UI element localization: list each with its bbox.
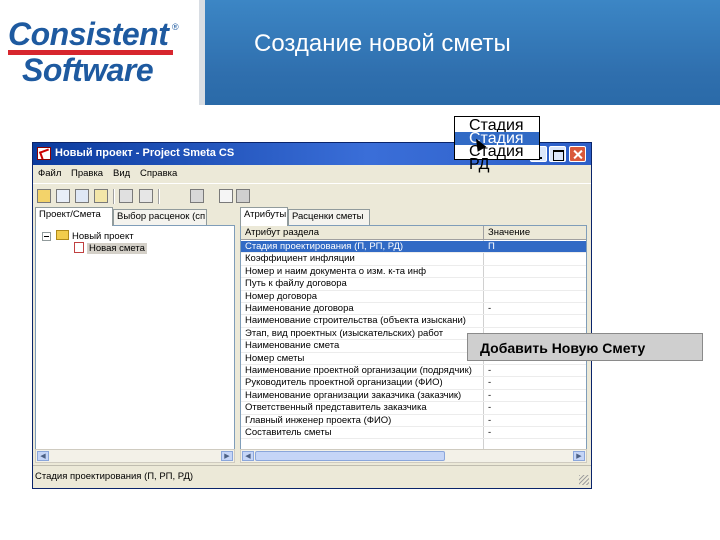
row-value[interactable]: П (488, 241, 495, 253)
table-row[interactable]: Руководитель проектной организации (ФИО)… (241, 377, 586, 390)
dropdown-option[interactable]: Стадия РД (455, 144, 539, 173)
tree-child-label: Новая смета (87, 243, 147, 254)
toolbar-separator (113, 189, 115, 204)
row-attribute: Наименование проектной организации (подр… (245, 365, 472, 376)
project-tree-pane: Новый проект Новая смета (35, 225, 235, 463)
row-attribute: Стадия проектирования (П, РП, РД) (245, 241, 404, 252)
row-value[interactable]: - (488, 402, 491, 414)
row-attribute: Наименование строительства (объекта изыс… (245, 315, 466, 327)
row-value[interactable]: - (488, 365, 491, 377)
row-value[interactable]: - (488, 427, 491, 439)
app-icon (37, 147, 51, 160)
scroll-right-icon[interactable]: ▶ (573, 451, 585, 461)
column-header-attribute[interactable]: Атрибут раздела (245, 227, 319, 238)
tab-attributes[interactable]: Атрибуты (240, 207, 288, 226)
column-header-value[interactable]: Значение (488, 227, 530, 238)
scissors-icon[interactable] (139, 189, 153, 203)
toolbar (33, 183, 591, 207)
find-icon[interactable] (75, 189, 89, 203)
help-icon[interactable] (219, 189, 233, 203)
table-row[interactable]: Номер договора (241, 291, 586, 303)
window-title: Новый проект - Project Smeta CS (55, 147, 235, 159)
logo-text-line1: Consistent (8, 16, 169, 52)
open-icon[interactable] (37, 189, 51, 203)
status-text: Стадия проектирования (П, РП, РД) (35, 471, 194, 482)
table-row[interactable]: Наименование договора - (241, 303, 586, 316)
row-attribute: Наименование смета (245, 340, 340, 352)
close-button[interactable] (569, 146, 586, 162)
maximize-button[interactable] (549, 146, 566, 162)
table-row[interactable]: Номер и наим документа о изм. к-та инф (241, 265, 586, 279)
row-attribute: Наименование договора (245, 303, 354, 314)
column-separator (483, 226, 484, 240)
table-row[interactable]: Наименование организации заказчика (зака… (241, 389, 586, 403)
left-horizontal-scrollbar[interactable]: ◀ ▶ (35, 449, 235, 463)
stage-dropdown[interactable]: Стадия П Стадия РП Стадия РД (454, 116, 540, 173)
row-attribute: Ответственный представитель заказчика (245, 402, 427, 414)
row-attribute: Этап, вид проектных (изыскательских) раб… (245, 327, 444, 339)
table-row[interactable]: Путь к файлу договора (241, 278, 586, 291)
row-attribute: Главный инженер проекта (ФИО) (245, 414, 392, 426)
slide-header: Consistent ® Software Создание новой сме… (0, 0, 720, 105)
row-attribute: Номер и наим документа о изм. к-та инф (245, 265, 427, 277)
app-window: Новый проект - Project Smeta CS Файл Пра… (32, 142, 592, 489)
menu-bar: Файл Правка Вид Справка (33, 165, 591, 183)
tree-item-estimate[interactable]: Новая смета (74, 242, 147, 254)
toolbar-separator (158, 189, 160, 204)
row-attribute: Номер сметы (245, 352, 305, 364)
print-icon[interactable] (190, 189, 204, 203)
row-attribute: Составитель сметы (245, 427, 332, 438)
copy-icon[interactable] (56, 189, 70, 203)
logo-registered-mark: ® (172, 22, 179, 32)
company-logo: Consistent ® Software (0, 0, 205, 105)
right-horizontal-scrollbar[interactable]: ◀ ▶ (240, 449, 587, 463)
table-row[interactable]: Наименование проектной организации (подр… (241, 365, 586, 378)
left-tab-strip: Проект/Смета Выбор расценок (сп (35, 207, 235, 226)
cut-icon[interactable] (119, 189, 133, 203)
right-tab-strip: Атрибуты Расценки сметы (240, 207, 580, 226)
callout-label: Добавить Новую Смету (467, 333, 703, 361)
menu-view[interactable]: Вид (113, 168, 130, 179)
table-row[interactable]: Главный инженер проекта (ФИО) - (241, 415, 586, 427)
menu-help[interactable]: Справка (140, 168, 177, 179)
table-row[interactable]: Ответственный представитель заказчика - (241, 402, 586, 415)
tree-root-label: Новый проект (72, 231, 134, 242)
row-attribute: Путь к файлу договора (245, 278, 347, 290)
estimate-doc-icon (74, 242, 84, 253)
row-attribute: Наименование организации заказчика (зака… (245, 389, 462, 401)
row-value[interactable]: - (488, 377, 491, 389)
table-row[interactable]: Стадия проектирования (П, РП, РД) П (241, 241, 586, 254)
row-value[interactable]: - (488, 390, 491, 402)
scroll-left-icon[interactable]: ◀ (37, 451, 49, 461)
tab-price-selection[interactable]: Выбор расценок (сп (113, 209, 207, 225)
tab-estimate-prices[interactable]: Расценки сметы (288, 209, 370, 225)
callout-text: Добавить Новую Смету (480, 340, 646, 356)
table-row[interactable]: Коэффициент инфляции (241, 253, 586, 266)
table-row[interactable]: Наименование строительства (объекта изыс… (241, 315, 586, 328)
save-icon[interactable] (94, 189, 108, 203)
row-attribute: Номер договора (245, 290, 318, 302)
calculator-icon[interactable] (236, 189, 250, 203)
row-value[interactable]: - (488, 303, 491, 315)
tab-project-smeta[interactable]: Проект/Смета (35, 207, 113, 226)
grid-header: Атрибут раздела Значение (241, 226, 586, 240)
menu-file[interactable]: Файл (38, 168, 61, 179)
table-row[interactable]: Составитель сметы - (241, 427, 586, 440)
scroll-left-icon[interactable]: ◀ (242, 451, 254, 461)
tree-item-project[interactable]: Новый проект (42, 230, 134, 242)
logo-text-line2: Software (22, 52, 154, 88)
menu-edit[interactable]: Правка (71, 168, 103, 179)
row-attribute: Коэффициент инфляции (245, 253, 355, 265)
slide-title: Создание новой сметы (254, 30, 511, 57)
row-attribute: Руководитель проектной организации (ФИО) (245, 377, 443, 389)
scroll-right-icon[interactable]: ▶ (221, 451, 233, 461)
scroll-thumb[interactable] (255, 451, 445, 461)
resize-grip-icon[interactable] (579, 475, 589, 485)
project-folder-icon (56, 230, 69, 240)
status-bar: Стадия проектирования (П, РП, РД) (33, 465, 591, 487)
row-value[interactable]: - (488, 415, 491, 427)
